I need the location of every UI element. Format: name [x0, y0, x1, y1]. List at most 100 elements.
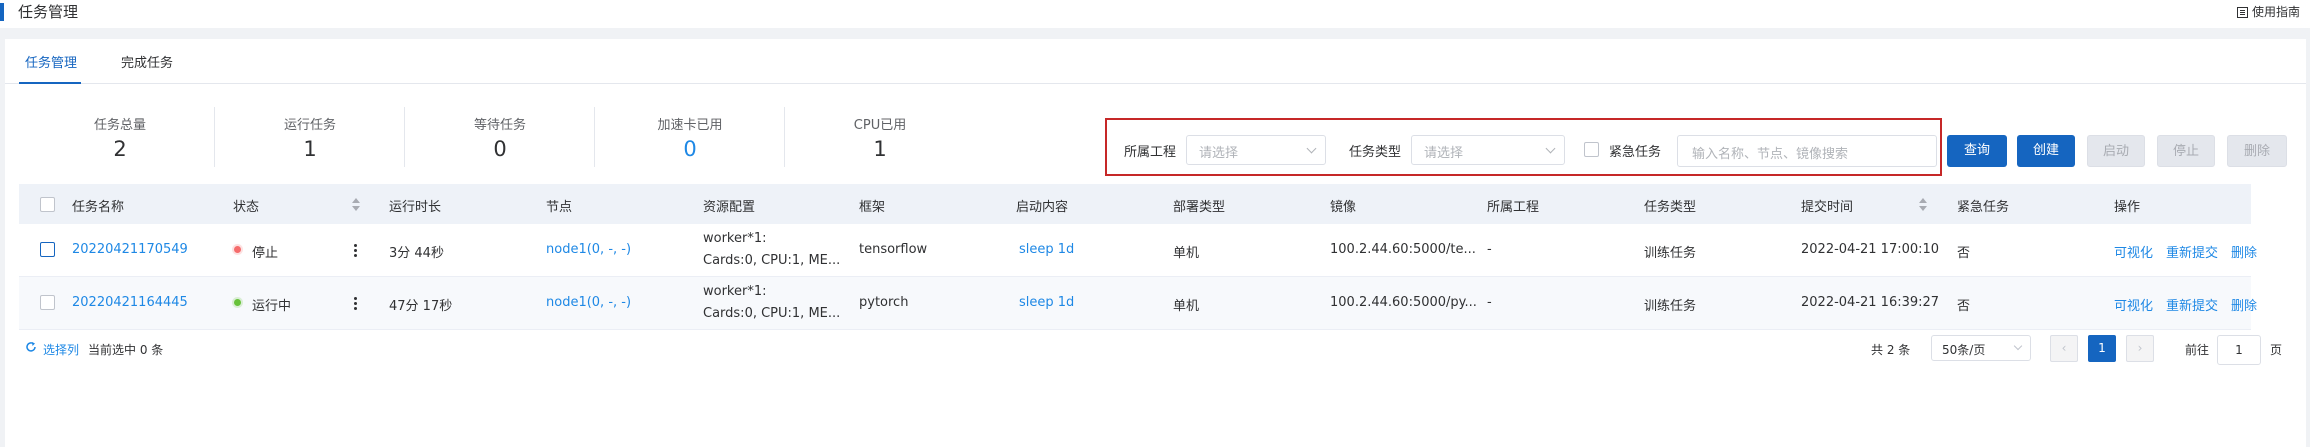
- sort-icon[interactable]: [1919, 198, 1927, 212]
- stat-label: 任务总量: [93, 118, 146, 133]
- launch-content-link[interactable]: sleep 1d: [1019, 242, 1074, 257]
- image: 100.2.44.60:5000/te...: [1330, 242, 1476, 257]
- column-header: 框架: [859, 200, 886, 215]
- refresh-icon[interactable]: [25, 341, 37, 353]
- table-header: 任务名称 状态 运行时长 节点 资源配置 框架 启动内容 部署类型 镜像 所属工…: [19, 184, 2251, 224]
- resource-config: worker*1: Cards:0, CPU:1, ME...: [703, 281, 840, 325]
- deploy-type: 单机: [1173, 299, 1200, 314]
- more-icon[interactable]: [354, 244, 357, 257]
- stat-value: 1: [303, 137, 317, 161]
- goto-prefix: 前往: [2185, 343, 2210, 357]
- type-select[interactable]: 请选择: [1411, 135, 1565, 165]
- row-checkbox[interactable]: [40, 242, 55, 257]
- delete-link[interactable]: 删除: [2231, 295, 2257, 314]
- project-select-placeholder: 请选择: [1199, 146, 1239, 161]
- submit-time: 2022-04-21 16:39:27: [1801, 295, 1940, 310]
- filter-box: 所属工程 请选择 任务类型 请选择 紧急任务 输入名称、节点、镜像搜索: [1105, 118, 1942, 176]
- search-input[interactable]: 输入名称、节点、镜像搜索: [1677, 135, 1937, 167]
- visualize-link[interactable]: 可视化: [2114, 295, 2153, 314]
- main-panel: 任务管理 完成任务 任务总量 2 运行任务 1 等待任务 0 加速卡已用 0 C…: [5, 39, 2306, 447]
- stat-value: 2: [113, 137, 127, 161]
- table-row: 20220421170549 停止 3分 44秒 node1(0, -, -) …: [19, 224, 2257, 277]
- document-icon: [2236, 6, 2248, 18]
- select-all-checkbox[interactable]: [40, 197, 55, 212]
- stop-button[interactable]: 停止: [2157, 135, 2215, 167]
- column-header: 任务类型: [1644, 200, 1697, 215]
- table-footer: 选择列 当前选中 0 条 共 2 条 50条/页 ‹ 1 › 前往 1 页: [5, 329, 2306, 369]
- resubmit-link[interactable]: 重新提交: [2166, 242, 2218, 261]
- column-header: 所属工程: [1487, 200, 1540, 215]
- resource-config: worker*1: Cards:0, CPU:1, ME...: [703, 228, 840, 272]
- framework: tensorflow: [859, 242, 928, 257]
- start-button[interactable]: 启动: [2087, 135, 2145, 167]
- chevron-down-icon: [1306, 143, 1317, 154]
- image: 100.2.44.60:5000/py...: [1330, 295, 1477, 310]
- stat-value: 0: [493, 137, 507, 161]
- task-name-link[interactable]: 20220421164445: [72, 295, 188, 310]
- column-header: 节点: [546, 200, 573, 215]
- node-link[interactable]: node1(0, -, -): [546, 295, 631, 310]
- urgent-checkbox[interactable]: [1584, 142, 1599, 157]
- duration: 3分 44秒: [389, 246, 444, 261]
- guide-link[interactable]: 使用指南: [2236, 4, 2300, 20]
- task-name-link[interactable]: 20220421170549: [72, 242, 188, 257]
- sort-icon[interactable]: [352, 198, 360, 212]
- delete-link[interactable]: 删除: [2231, 242, 2257, 261]
- prev-page-button[interactable]: ‹: [2050, 335, 2078, 362]
- column-header[interactable]: 提交时间: [1801, 196, 1853, 215]
- column-header[interactable]: 状态: [233, 196, 259, 215]
- status-text: 运行中: [252, 299, 292, 314]
- select-columns-link[interactable]: 选择列: [43, 341, 79, 358]
- stat-waiting-tasks: 等待任务 0: [405, 101, 595, 197]
- column-header: 紧急任务: [1957, 200, 2010, 215]
- stat-accelerator-used: 加速卡已用 0: [595, 101, 785, 197]
- visualize-link[interactable]: 可视化: [2114, 242, 2153, 261]
- selected-count: 当前选中 0 条: [88, 343, 164, 357]
- tab-completed-tasks[interactable]: 完成任务: [121, 55, 173, 73]
- task-type: 训练任务: [1644, 299, 1697, 314]
- column-header: 操作: [2114, 200, 2141, 215]
- task-type: 训练任务: [1644, 246, 1697, 261]
- stat-value[interactable]: 0: [595, 137, 785, 161]
- stat-total-tasks: 任务总量 2: [25, 101, 215, 197]
- stat-label: 等待任务: [473, 118, 526, 133]
- column-header: 部署类型: [1173, 200, 1226, 215]
- more-icon[interactable]: [354, 297, 357, 310]
- goto-page-input[interactable]: 1: [2217, 335, 2261, 365]
- duration: 47分 17秒: [389, 299, 453, 314]
- urgent: 否: [1957, 246, 1971, 261]
- stat-value: 1: [873, 137, 887, 161]
- chevron-down-icon: [2013, 341, 2023, 351]
- row-checkbox[interactable]: [40, 295, 55, 310]
- title-accent-bar: [0, 3, 4, 21]
- page-size-select[interactable]: 50条/页: [1931, 335, 2031, 361]
- goto-suffix: 页: [2270, 343, 2283, 357]
- node-link[interactable]: node1(0, -, -): [546, 242, 631, 257]
- tab-task-management[interactable]: 任务管理: [25, 55, 77, 73]
- page-number[interactable]: 1: [2088, 335, 2116, 362]
- query-button[interactable]: 查询: [1947, 135, 2007, 167]
- deploy-type: 单机: [1173, 246, 1200, 261]
- project-filter-label: 所属工程: [1124, 145, 1177, 160]
- stat-label: CPU已用: [853, 118, 907, 133]
- status-text: 停止: [252, 246, 279, 261]
- resource-line: worker*1:: [703, 231, 767, 246]
- delete-button[interactable]: 删除: [2227, 135, 2287, 167]
- type-filter-label: 任务类型: [1349, 145, 1402, 160]
- stat-cpu-used: CPU已用 1: [785, 101, 975, 197]
- create-button[interactable]: 创建: [2017, 135, 2075, 167]
- status-dot: [234, 299, 241, 306]
- project: -: [1487, 295, 1492, 310]
- urgent: 否: [1957, 299, 1971, 314]
- project-select[interactable]: 请选择: [1186, 135, 1326, 165]
- stat-label: 运行任务: [283, 118, 336, 133]
- column-header: 镜像: [1330, 200, 1357, 215]
- framework: pytorch: [859, 295, 909, 310]
- type-select-placeholder: 请选择: [1424, 146, 1464, 161]
- resubmit-link[interactable]: 重新提交: [2166, 295, 2218, 314]
- launch-content-link[interactable]: sleep 1d: [1019, 295, 1074, 310]
- resource-line: Cards:0, CPU:1, ME...: [703, 253, 841, 268]
- next-page-button[interactable]: ›: [2126, 335, 2154, 362]
- table-row: 20220421164445 运行中 47分 17秒 node1(0, -, -…: [19, 277, 2257, 330]
- page-size-value: 50条/页: [1942, 343, 1986, 357]
